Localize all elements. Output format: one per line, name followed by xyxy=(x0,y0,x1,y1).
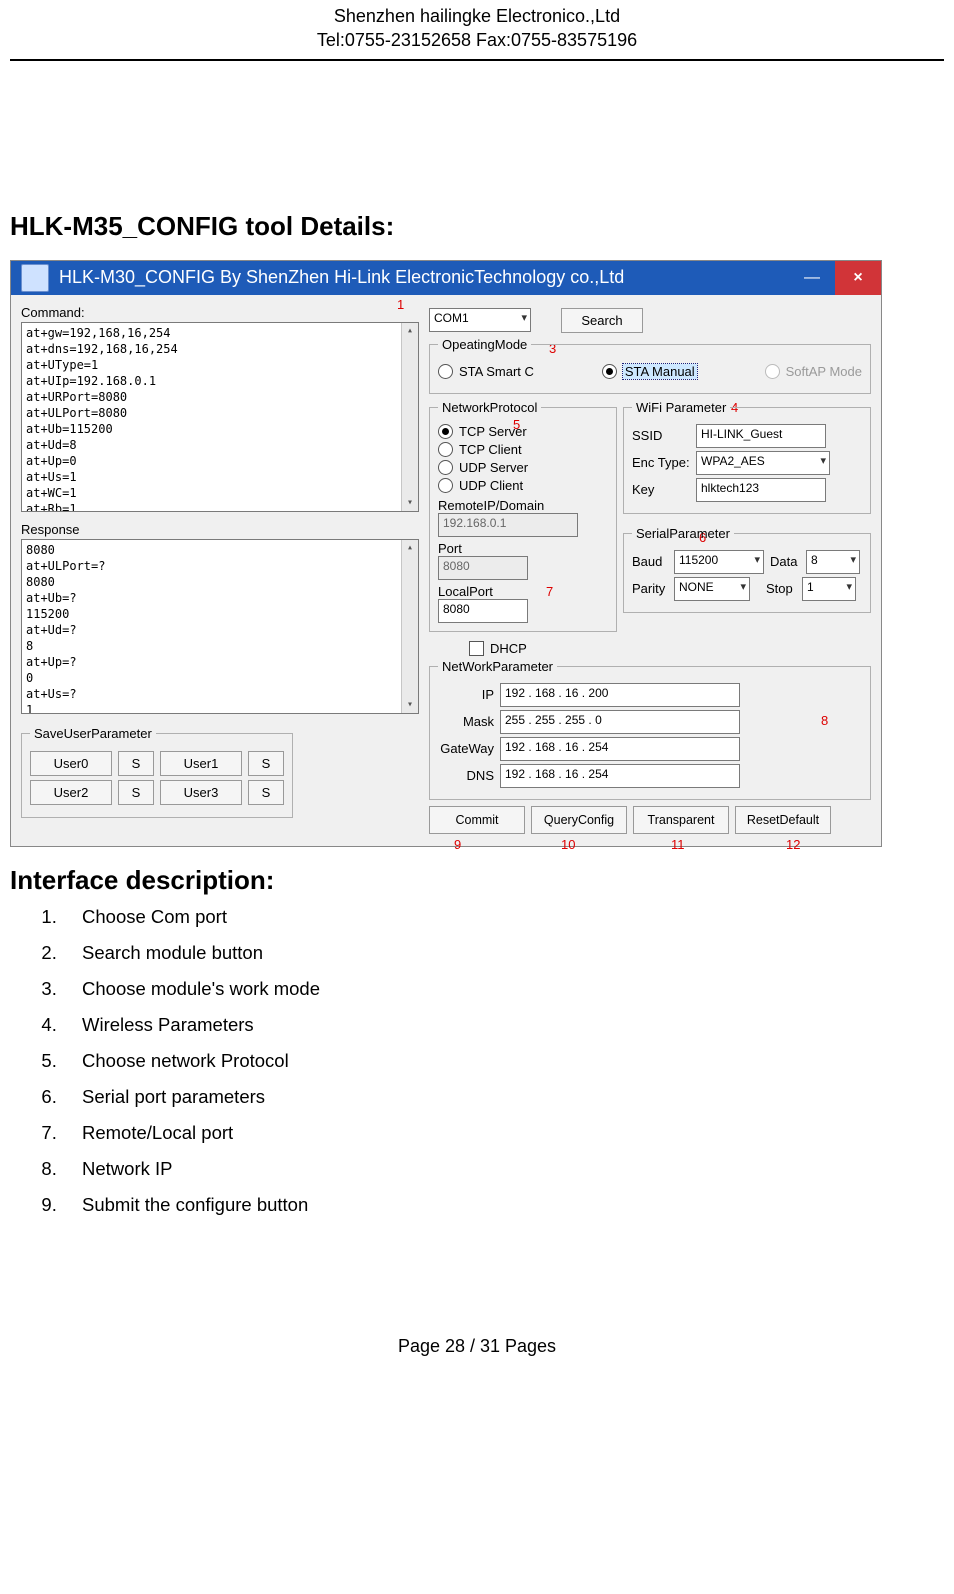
scroll-up-icon[interactable]: ▴ xyxy=(402,540,418,556)
parity-label: Parity xyxy=(632,581,668,596)
company-contact: Tel:0755-23152658 Fax:0755-83575196 xyxy=(10,28,944,52)
gateway-input[interactable]: 192 . 168 . 16 . 254 xyxy=(500,737,740,761)
ssid-input[interactable]: HI-LINK_Guest xyxy=(696,424,826,448)
sta-smart-radio[interactable]: STA Smart C xyxy=(438,364,534,379)
udp-server-radio[interactable]: UDP Server xyxy=(438,460,608,475)
list-item: Choose Com port xyxy=(62,906,944,928)
gateway-label: GateWay xyxy=(438,741,494,756)
key-input[interactable]: hlktech123 xyxy=(696,478,826,502)
user0-s-button[interactable]: S xyxy=(118,751,154,776)
udp-client-radio[interactable]: UDP Client xyxy=(438,478,608,493)
data-select[interactable]: 8 xyxy=(806,550,860,574)
dns-input[interactable]: 192 . 168 . 16 . 254 xyxy=(500,764,740,788)
local-port-input[interactable]: 8080 xyxy=(438,599,528,623)
app-window: HLK-M30_CONFIG By ShenZhen Hi-Link Elect… xyxy=(10,260,882,847)
list-item: Choose module's work mode xyxy=(62,978,944,1000)
enc-type-select[interactable]: WPA2_AES xyxy=(696,451,830,475)
window-title: HLK-M30_CONFIG By ShenZhen Hi-Link Elect… xyxy=(59,267,789,288)
wifi-parameter-legend: WiFi Parameter xyxy=(632,400,730,415)
user0-button[interactable]: User0 xyxy=(30,751,112,776)
response-textarea[interactable]: 8080 at+ULPort=? 8080 at+Ub=? 115200 at+… xyxy=(21,539,419,714)
tcp-client-radio[interactable]: TCP Client xyxy=(438,442,608,457)
user1-button[interactable]: User1 xyxy=(160,751,242,776)
search-button[interactable]: Search xyxy=(561,308,643,333)
list-item: Choose network Protocol xyxy=(62,1050,944,1072)
scrollbar[interactable]: ▴ ▾ xyxy=(401,540,418,713)
company-name: Shenzhen hailingke Electronico.,Ltd xyxy=(10,4,944,28)
network-parameter-legend: NetWorkParameter xyxy=(438,659,557,674)
ssid-label: SSID xyxy=(632,428,690,443)
minimize-button[interactable]: — xyxy=(789,261,835,295)
data-label: Data xyxy=(770,554,800,569)
save-user-group: SaveUserParameter User0 S User1 S User2 … xyxy=(21,726,293,818)
list-item: Network IP xyxy=(62,1158,944,1180)
interface-description-list: Choose Com port Search module button Cho… xyxy=(62,906,944,1216)
operating-mode-legend: OpeatingMode xyxy=(438,337,531,352)
ip-label: IP xyxy=(438,687,494,702)
command-label: Command: xyxy=(21,305,421,320)
annotation-12: 12 xyxy=(786,837,800,852)
user1-s-button[interactable]: S xyxy=(248,751,284,776)
annotation-10: 10 xyxy=(561,837,575,852)
transparent-button[interactable]: Transparent xyxy=(633,806,729,834)
dhcp-checkbox[interactable]: DHCP xyxy=(469,641,871,656)
network-protocol-legend: NetworkProtocol xyxy=(438,400,541,415)
command-textarea[interactable]: at+gw=192,168,16,254 at+dns=192,168,16,2… xyxy=(21,322,419,512)
interface-description-title: Interface description: xyxy=(10,865,944,896)
dns-label: DNS xyxy=(438,768,494,783)
local-port-label: LocalPort xyxy=(438,584,493,599)
response-label: Response xyxy=(21,522,421,537)
ip-input[interactable]: 192 . 168 . 16 . 200 xyxy=(500,683,740,707)
list-item: Wireless Parameters xyxy=(62,1014,944,1036)
mask-input[interactable]: 255 . 255 . 255 . 0 xyxy=(500,710,740,734)
section-title: HLK-M35_CONFIG tool Details: xyxy=(10,211,944,242)
titlebar: HLK-M30_CONFIG By ShenZhen Hi-Link Elect… xyxy=(11,261,881,295)
com-port-select[interactable]: COM1 xyxy=(429,308,531,332)
network-protocol-group: NetworkProtocol TCP Server TCP Client UD… xyxy=(429,400,617,632)
remote-ip-input: 192.168.0.1 xyxy=(438,513,578,537)
user2-s-button[interactable]: S xyxy=(118,780,154,805)
serial-parameter-group: SerialParameter Baud 115200 Data 8 Parit… xyxy=(623,526,871,613)
port-label: Port xyxy=(438,541,462,556)
scrollbar[interactable]: ▴ ▾ xyxy=(401,323,418,511)
list-item: Serial port parameters xyxy=(62,1086,944,1108)
user3-button[interactable]: User3 xyxy=(160,780,242,805)
reset-default-button[interactable]: ResetDefault xyxy=(735,806,831,834)
user2-button[interactable]: User2 xyxy=(30,780,112,805)
network-parameter-group: NetWorkParameter IP192 . 168 . 16 . 200 … xyxy=(429,659,871,800)
commit-button[interactable]: Commit xyxy=(429,806,525,834)
port-input: 8080 xyxy=(438,556,528,580)
enc-type-label: Enc Type: xyxy=(632,455,690,470)
stop-label: Stop xyxy=(766,581,796,596)
list-item: Submit the configure button xyxy=(62,1194,944,1216)
app-icon xyxy=(21,264,49,292)
page-footer: Page 28 / 31 Pages xyxy=(10,1336,944,1357)
mask-label: Mask xyxy=(438,714,494,729)
query-config-button[interactable]: QueryConfig xyxy=(531,806,627,834)
sta-manual-radio[interactable]: STA Manual xyxy=(602,364,697,379)
tcp-server-radio[interactable]: TCP Server xyxy=(438,424,608,439)
baud-label: Baud xyxy=(632,554,668,569)
list-item: Search module button xyxy=(62,942,944,964)
scroll-down-icon[interactable]: ▾ xyxy=(402,495,418,511)
annotation-11: 11 xyxy=(671,837,685,852)
scroll-down-icon[interactable]: ▾ xyxy=(402,697,418,713)
list-item: Remote/Local port xyxy=(62,1122,944,1144)
annotation-9: 9 xyxy=(454,837,461,852)
parity-select[interactable]: NONE xyxy=(674,577,750,601)
remote-ip-label: RemoteIP/Domain xyxy=(438,498,544,513)
page-header: Shenzhen hailingke Electronico.,Ltd Tel:… xyxy=(10,0,944,61)
scroll-up-icon[interactable]: ▴ xyxy=(402,323,418,339)
save-user-legend: SaveUserParameter xyxy=(30,726,156,741)
stop-select[interactable]: 1 xyxy=(802,577,856,601)
wifi-parameter-group: WiFi Parameter SSID HI-LINK_Guest Enc Typ… xyxy=(623,400,871,514)
baud-select[interactable]: 115200 xyxy=(674,550,764,574)
user3-s-button[interactable]: S xyxy=(248,780,284,805)
operating-mode-group: OpeatingMode STA Smart C STA Manual Soft… xyxy=(429,337,871,394)
softap-radio: SoftAP Mode xyxy=(765,364,862,379)
serial-parameter-legend: SerialParameter xyxy=(632,526,734,541)
key-label: Key xyxy=(632,482,690,497)
close-button[interactable]: × xyxy=(835,261,881,295)
